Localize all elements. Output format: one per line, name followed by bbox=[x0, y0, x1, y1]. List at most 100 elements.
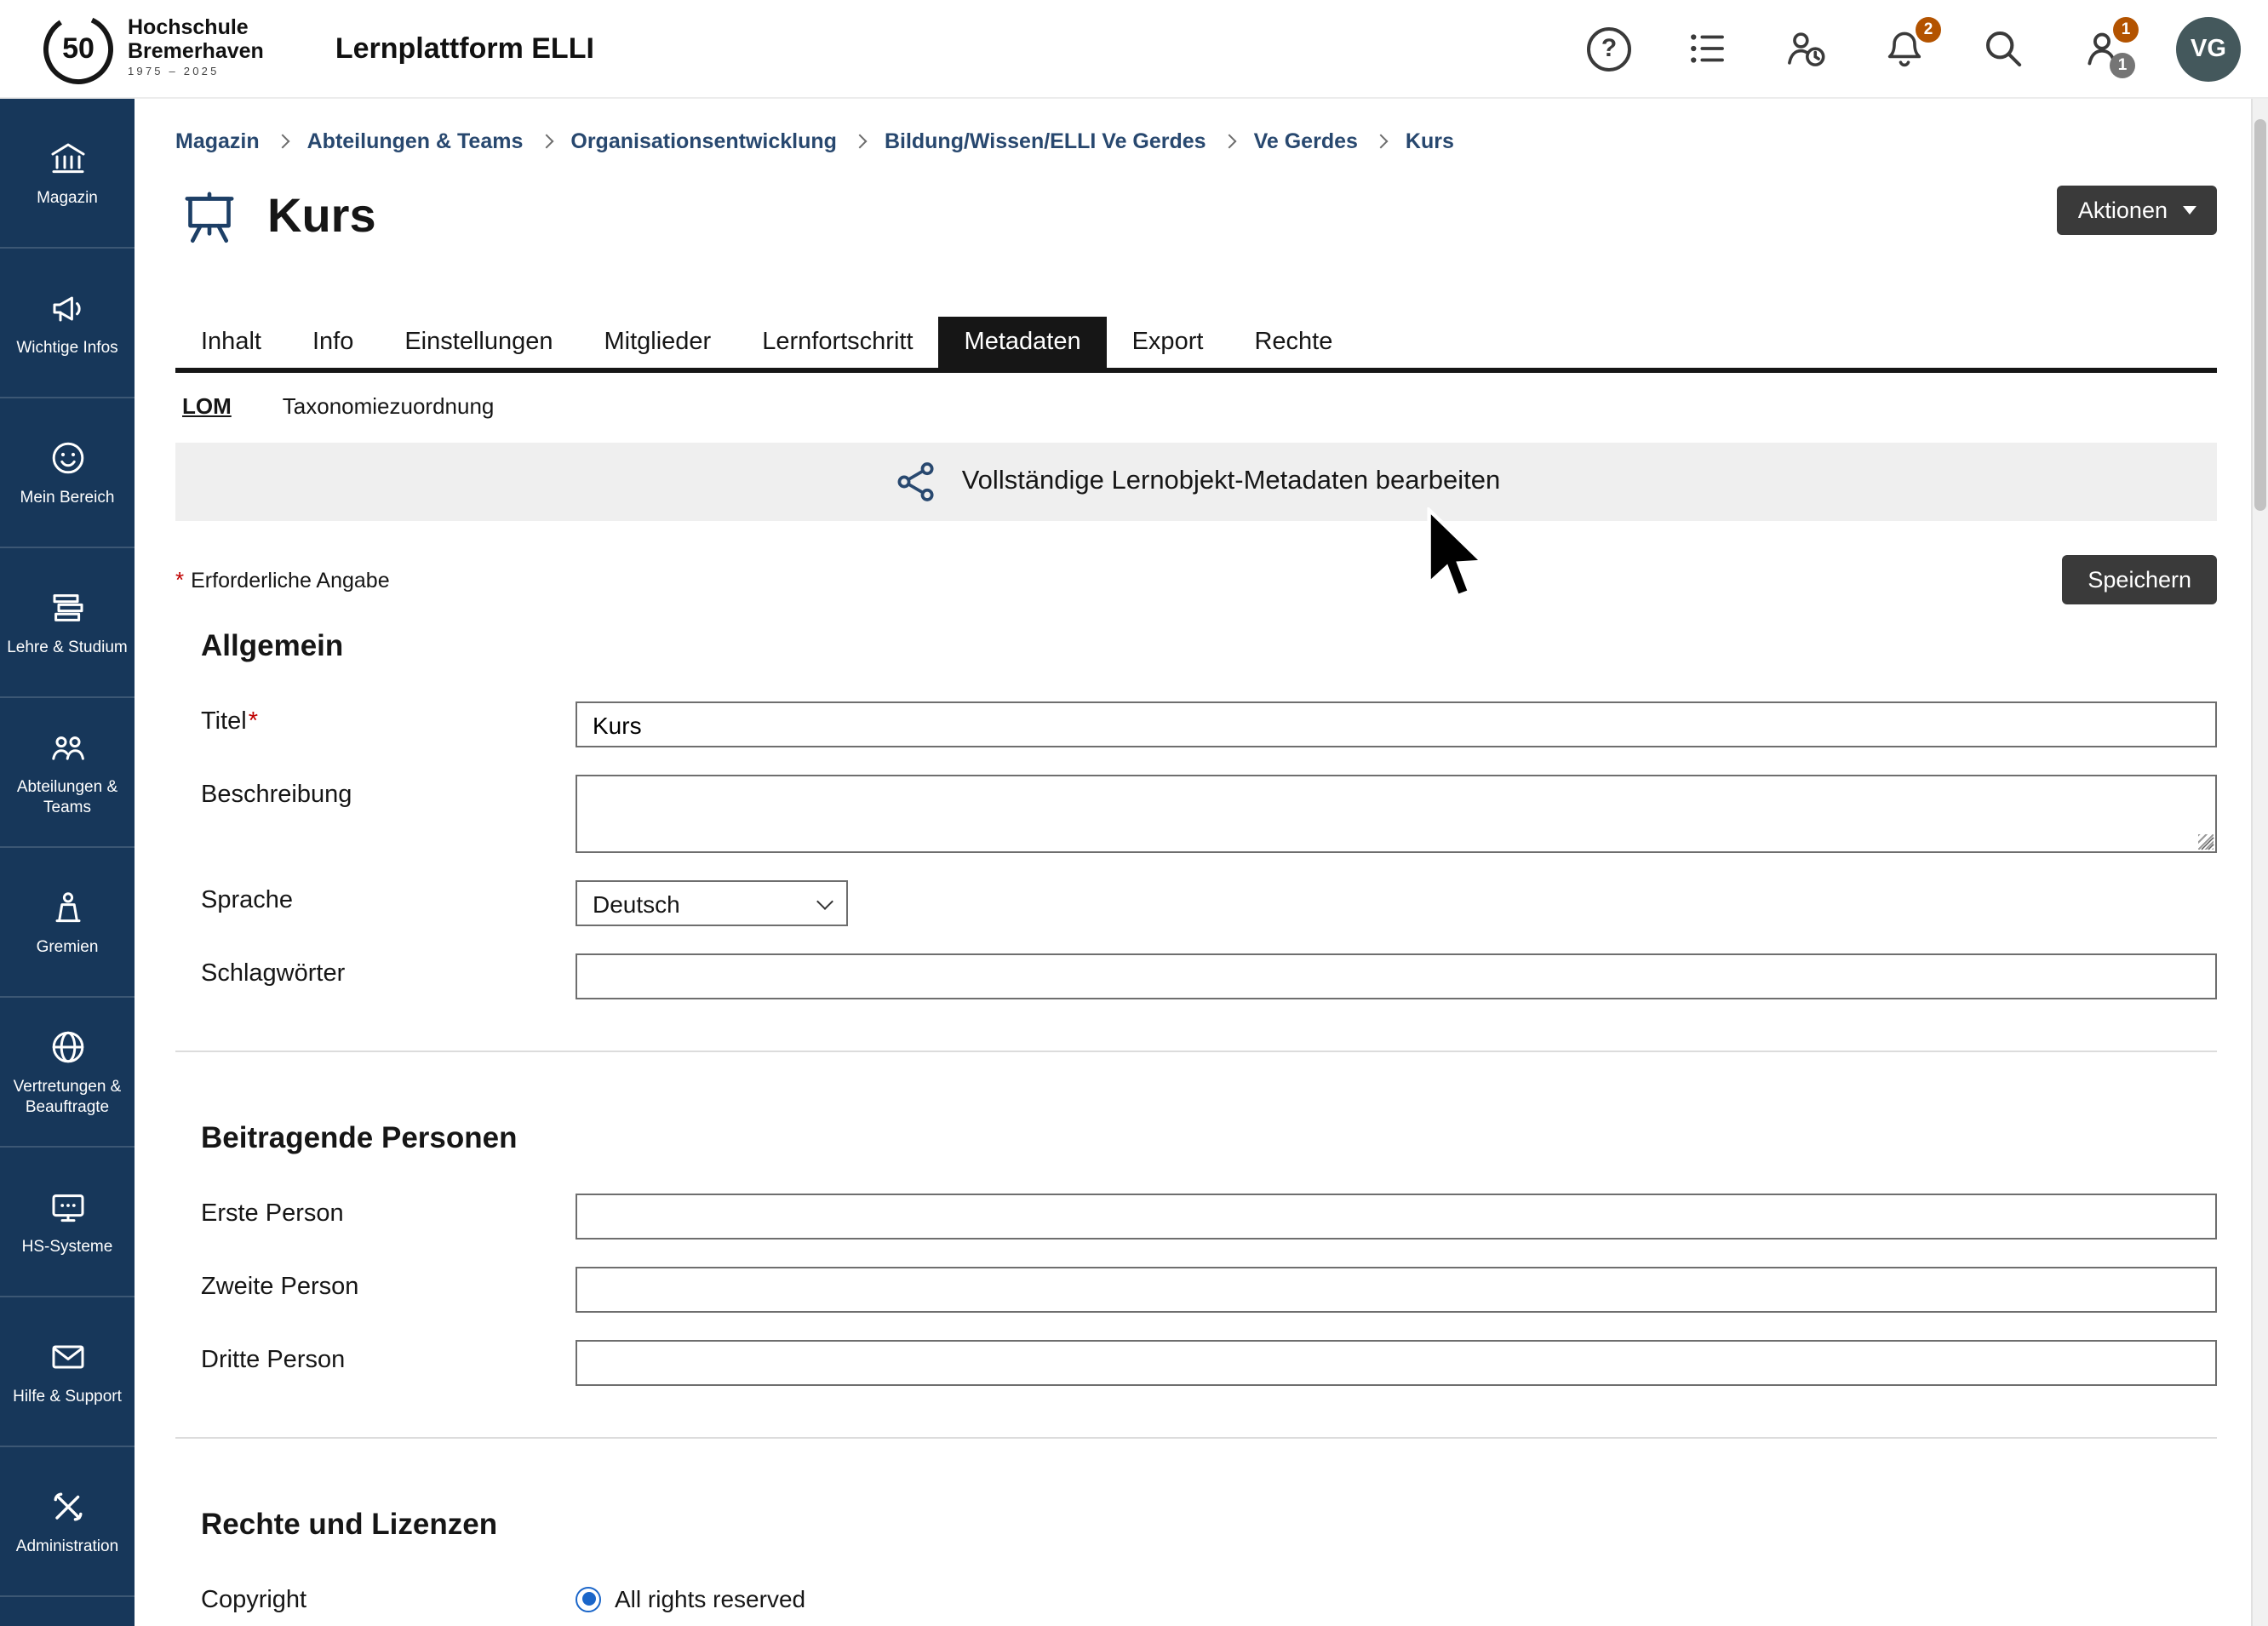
sidebar-item-mein-bereich[interactable]: Mein Bereich bbox=[0, 398, 135, 548]
breadcrumb-link[interactable]: Bildung/Wissen/ELLI Ve Gerdes bbox=[885, 129, 1206, 153]
form-row-erste-person: Erste Person bbox=[175, 1194, 2217, 1240]
breadcrumb-link[interactable]: Abteilungen & Teams bbox=[307, 129, 524, 153]
breadcrumb-link[interactable]: Magazin bbox=[175, 129, 260, 153]
tab-info[interactable]: Info bbox=[287, 317, 379, 368]
copyright-radio-option: All rights reserved bbox=[576, 1580, 2217, 1612]
scrollbar-thumb[interactable] bbox=[2254, 119, 2266, 511]
sidebar-item-magazin[interactable]: Magazin bbox=[0, 99, 135, 249]
sidebar-item-label: Wichtige Infos bbox=[16, 338, 117, 358]
tab-rechte[interactable]: Rechte bbox=[1228, 317, 1358, 368]
actions-button[interactable]: Aktionen bbox=[2058, 186, 2217, 235]
tab-einstellungen[interactable]: Einstellungen bbox=[379, 317, 578, 368]
megaphone-icon bbox=[47, 287, 88, 328]
logo-line2: Bremerhaven bbox=[128, 41, 264, 64]
actions-button-label: Aktionen bbox=[2078, 198, 2168, 223]
save-button[interactable]: Speichern bbox=[2062, 555, 2217, 604]
titel-label: Titel* bbox=[201, 701, 576, 747]
sprache-label: Sprache bbox=[201, 880, 576, 926]
sidebar-item-administration[interactable]: Administration bbox=[0, 1447, 135, 1597]
erste-person-input[interactable] bbox=[576, 1194, 2217, 1240]
sidebar-item-vertretungen[interactable]: Vertretungen & Beauftragte bbox=[0, 998, 135, 1148]
form-row-zweite-person: Zweite Person bbox=[175, 1267, 2217, 1313]
subtab-lom[interactable]: LOM bbox=[182, 393, 232, 419]
page-title: Kurs bbox=[267, 192, 376, 242]
sprache-select-value: Deutsch bbox=[593, 890, 680, 917]
erste-person-label: Erste Person bbox=[201, 1194, 576, 1240]
subtab-taxonomiezuordnung[interactable]: Taxonomiezuordnung bbox=[283, 393, 495, 419]
logo-number: 50 bbox=[41, 11, 116, 86]
people-icon bbox=[47, 726, 88, 767]
tab-bar: Inhalt Info Einstellungen Mitglieder Ler… bbox=[175, 317, 2217, 373]
chevron-right-icon bbox=[1223, 135, 1237, 149]
university-logo[interactable]: 50 Hochschule Bremerhaven 1975 – 2025 bbox=[41, 11, 264, 86]
breadcrumb: Magazin Abteilungen & Teams Organisation… bbox=[175, 119, 2217, 163]
copyright-radio-label: All rights reserved bbox=[615, 1585, 805, 1612]
section-divider bbox=[175, 1051, 2217, 1052]
form-row-sprache: Sprache Deutsch bbox=[175, 880, 2217, 926]
tab-export[interactable]: Export bbox=[1107, 317, 1229, 368]
caret-down-icon bbox=[2183, 206, 2196, 215]
edit-full-metadata-link[interactable]: Vollständige Lernobjekt-Metadaten bearbe… bbox=[962, 467, 1501, 497]
section-title-allgemein: Allgemein bbox=[201, 628, 2217, 664]
form-row-schlagwoerter: Schlagwörter bbox=[175, 953, 2217, 999]
contacts-icon[interactable]: 1 1 bbox=[2077, 25, 2125, 72]
tab-mitglieder[interactable]: Mitglieder bbox=[579, 317, 737, 368]
chevron-right-icon bbox=[276, 135, 290, 149]
tools-icon bbox=[47, 1486, 88, 1526]
dritte-person-input[interactable] bbox=[576, 1340, 2217, 1386]
sidebar-item-label: Vertretungen & Beauftragte bbox=[3, 1077, 131, 1118]
sidebar-item-gremien[interactable]: Gremien bbox=[0, 848, 135, 998]
zweite-person-label: Zweite Person bbox=[201, 1267, 576, 1313]
tab-lernfortschritt[interactable]: Lernfortschritt bbox=[736, 317, 938, 368]
schlagwoerter-input[interactable] bbox=[576, 953, 2217, 999]
list-icon[interactable] bbox=[1682, 25, 1730, 72]
logo-line1: Hochschule bbox=[128, 18, 264, 41]
notification-badge: 2 bbox=[1916, 16, 1941, 42]
notifications-bell-icon[interactable]: 2 bbox=[1880, 25, 1927, 72]
help-icon[interactable]: ? bbox=[1587, 26, 1631, 71]
form-header: *Erforderliche Angabe Speichern bbox=[175, 555, 2217, 604]
online-users-icon[interactable] bbox=[1781, 25, 1829, 72]
building-icon bbox=[47, 137, 88, 178]
breadcrumb-link[interactable]: Ve Gerdes bbox=[1254, 129, 1358, 153]
user-avatar[interactable]: VG bbox=[2176, 16, 2241, 81]
app-window: 50 Hochschule Bremerhaven 1975 – 2025 Le… bbox=[0, 0, 2268, 1626]
copyright-radio[interactable] bbox=[576, 1586, 601, 1612]
sprache-select[interactable]: Deutsch bbox=[576, 880, 848, 926]
sidebar-item-label: HS-Systeme bbox=[22, 1237, 113, 1257]
form-row-copyright: Copyright All rights reserved bbox=[175, 1580, 2217, 1614]
beschreibung-textarea[interactable] bbox=[576, 775, 2217, 853]
sidebar-item-label: Hilfe & Support bbox=[13, 1387, 122, 1407]
vertical-scrollbar[interactable] bbox=[2251, 99, 2268, 1626]
zweite-person-input[interactable] bbox=[576, 1267, 2217, 1313]
search-icon[interactable] bbox=[1979, 25, 2026, 72]
edit-full-metadata-banner[interactable]: Vollständige Lernobjekt-Metadaten bearbe… bbox=[175, 443, 2217, 521]
header-icon-bar: ? bbox=[1587, 16, 2241, 81]
envelope-icon bbox=[47, 1336, 88, 1377]
dritte-person-label: Dritte Person bbox=[201, 1340, 576, 1386]
form-row-beschreibung: Beschreibung bbox=[175, 775, 2217, 853]
titel-input[interactable] bbox=[576, 701, 2217, 747]
sidebar-item-abteilungen-teams[interactable]: Abteilungen & Teams bbox=[0, 698, 135, 848]
logo-50-mark: 50 bbox=[41, 11, 116, 86]
tab-metadaten[interactable]: Metadaten bbox=[939, 317, 1107, 368]
titel-label-text: Titel bbox=[201, 708, 247, 736]
main-sidebar: Magazin Wichtige Infos Mein Bereich bbox=[0, 99, 135, 1626]
section-divider bbox=[175, 1437, 2217, 1439]
sidebar-item-hs-systeme[interactable]: HS-Systeme bbox=[0, 1148, 135, 1297]
section-title-rechte: Rechte und Lizenzen bbox=[201, 1507, 2217, 1543]
sidebar-item-wichtige-infos[interactable]: Wichtige Infos bbox=[0, 249, 135, 398]
contacts-badge: 1 bbox=[2113, 16, 2139, 42]
tab-inhalt[interactable]: Inhalt bbox=[175, 317, 287, 368]
required-note: *Erforderliche Angabe bbox=[175, 567, 390, 593]
books-icon bbox=[47, 587, 88, 627]
required-asterisk: * bbox=[249, 708, 258, 736]
sidebar-item-hilfe-support[interactable]: Hilfe & Support bbox=[0, 1297, 135, 1447]
globe-icon bbox=[47, 1026, 88, 1067]
breadcrumb-link[interactable]: Kurs bbox=[1406, 129, 1454, 153]
sidebar-item-label: Magazin bbox=[37, 188, 98, 209]
chevron-right-icon bbox=[540, 135, 554, 149]
sidebar-item-lehre-studium[interactable]: Lehre & Studium bbox=[0, 548, 135, 698]
copyright-label: Copyright bbox=[201, 1580, 576, 1614]
breadcrumb-link[interactable]: Organisationsentwicklung bbox=[570, 129, 837, 153]
